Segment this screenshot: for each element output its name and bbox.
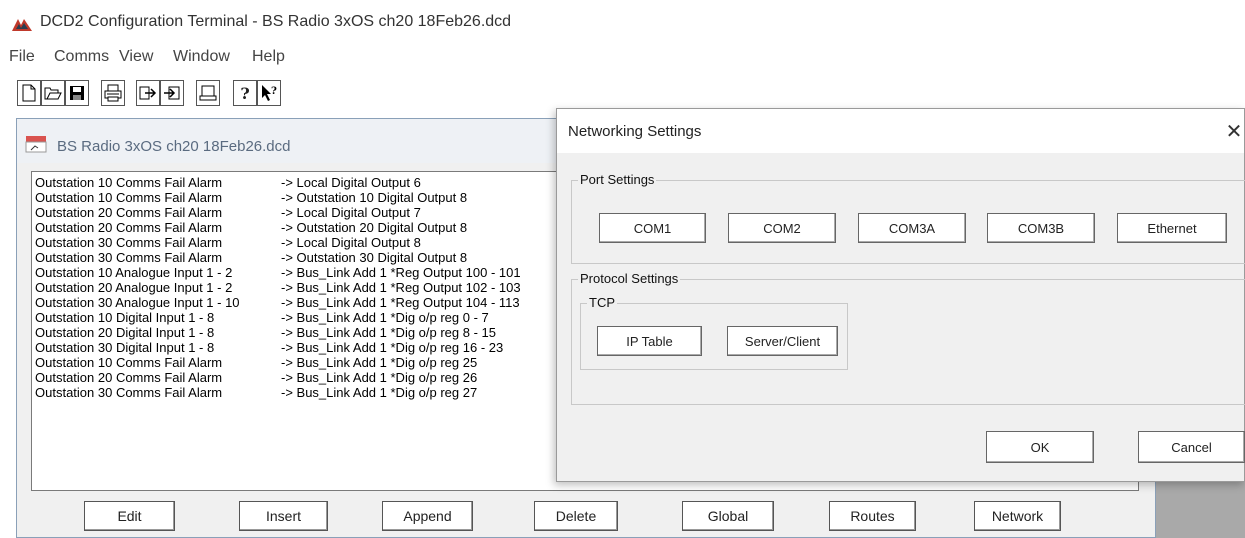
close-icon[interactable]: ✕: [1224, 119, 1244, 144]
protocol-settings-label: Protocol Settings: [578, 271, 681, 286]
app-title: DCD2 Configuration Terminal - BS Radio 3…: [40, 13, 512, 30]
networking-settings-dialog: Networking Settings ✕ Port Settings COM1…: [556, 108, 1245, 482]
route-destination: -> Local Digital Output 6: [281, 175, 421, 190]
open-file-icon[interactable]: [41, 80, 65, 106]
edit-button[interactable]: Edit: [84, 501, 175, 531]
route-destination: -> Bus_Link Add 1 *Reg Output 100 - 101: [281, 265, 521, 280]
route-source: Outstation 20 Analogue Input 1 - 2: [35, 280, 233, 295]
upload-icon[interactable]: [136, 80, 160, 106]
global-button[interactable]: Global: [682, 501, 774, 531]
route-source: Outstation 10 Comms Fail Alarm: [35, 190, 223, 205]
cancel-button[interactable]: Cancel: [1138, 431, 1245, 463]
document-icon: [25, 136, 47, 153]
route-destination: -> Bus_Link Add 1 *Reg Output 102 - 103: [281, 280, 521, 295]
route-destination: -> Outstation 10 Digital Output 8: [281, 190, 468, 205]
network-button[interactable]: Network: [974, 501, 1061, 531]
dialog-title: Networking Settings: [568, 123, 702, 140]
route-source: Outstation 30 Digital Input 1 - 8: [35, 340, 215, 355]
app-logo-icon: [12, 19, 32, 31]
route-destination: -> Local Digital Output 7: [281, 205, 421, 220]
append-button[interactable]: Append: [382, 501, 473, 531]
route-source: Outstation 10 Analogue Input 1 - 2: [35, 265, 233, 280]
routes-button[interactable]: Routes: [829, 501, 916, 531]
download-icon[interactable]: [160, 80, 184, 106]
tcp-label: TCP: [587, 295, 617, 310]
menu-view[interactable]: View: [119, 48, 153, 66]
port-settings-label: Port Settings: [578, 172, 657, 187]
route-source: Outstation 30 Comms Fail Alarm: [35, 235, 223, 250]
route-source: Outstation 20 Comms Fail Alarm: [35, 205, 223, 220]
ethernet-button[interactable]: Ethernet: [1117, 213, 1227, 243]
insert-button[interactable]: Insert: [239, 501, 328, 531]
dialog-title-bar[interactable]: Networking Settings ✕: [557, 109, 1244, 153]
terminal-icon[interactable]: [196, 80, 220, 106]
com3a-button[interactable]: COM3A: [858, 213, 966, 243]
route-source: Outstation 30 Comms Fail Alarm: [35, 250, 223, 265]
save-icon[interactable]: [65, 80, 89, 106]
tcp-group: TCP IP Table Server/Client: [580, 295, 848, 370]
context-help-icon[interactable]: ?: [257, 80, 281, 106]
route-destination: -> Bus_Link Add 1 *Dig o/p reg 26: [281, 370, 478, 385]
protocol-settings-group: Protocol Settings TCP IP Table Server/Cl…: [571, 271, 1245, 405]
route-destination: -> Outstation 30 Digital Output 8: [281, 250, 468, 265]
route-source: Outstation 20 Digital Input 1 - 8: [35, 325, 215, 340]
menu-help[interactable]: Help: [252, 48, 285, 66]
menu-bar: File Comms View Window Help: [0, 44, 1245, 70]
com3b-button[interactable]: COM3B: [987, 213, 1095, 243]
route-source: Outstation 30 Analogue Input 1 - 10: [35, 295, 240, 310]
menu-comms[interactable]: Comms: [54, 48, 109, 66]
help-icon[interactable]: ?: [233, 80, 257, 106]
new-file-icon[interactable]: [17, 80, 41, 106]
server-client-button[interactable]: Server/Client: [727, 326, 838, 356]
route-destination: -> Bus_Link Add 1 *Dig o/p reg 8 - 15: [281, 325, 496, 340]
route-source: Outstation 10 Comms Fail Alarm: [35, 355, 223, 370]
route-source: Outstation 10 Digital Input 1 - 8: [35, 310, 215, 325]
route-destination: -> Bus_Link Add 1 *Dig o/p reg 0 - 7: [281, 310, 489, 325]
route-source: Outstation 20 Comms Fail Alarm: [35, 370, 223, 385]
delete-button[interactable]: Delete: [534, 501, 618, 531]
menu-file[interactable]: File: [9, 48, 35, 66]
app-title-bar: DCD2 Configuration Terminal - BS Radio 3…: [0, 0, 1245, 44]
route-destination: -> Bus_Link Add 1 *Dig o/p reg 16 - 23: [281, 340, 504, 355]
route-source: Outstation 30 Comms Fail Alarm: [35, 385, 223, 400]
print-icon[interactable]: [101, 80, 125, 106]
menu-window[interactable]: Window: [173, 48, 230, 66]
port-settings-group: Port Settings COM1 COM2 COM3A COM3B Ethe…: [571, 172, 1245, 264]
route-destination: -> Bus_Link Add 1 *Reg Output 104 - 113: [281, 295, 520, 310]
route-destination: -> Bus_Link Add 1 *Dig o/p reg 25: [281, 355, 478, 370]
ok-button[interactable]: OK: [986, 431, 1094, 463]
document-title: BS Radio 3xOS ch20 18Feb26.dcd: [57, 138, 291, 155]
svg-text:?: ?: [271, 86, 277, 97]
route-destination: -> Outstation 20 Digital Output 8: [281, 220, 468, 235]
route-source: Outstation 10 Comms Fail Alarm: [35, 175, 223, 190]
com2-button[interactable]: COM2: [728, 213, 836, 243]
route-destination: -> Local Digital Output 8: [281, 235, 421, 250]
route-source: Outstation 20 Comms Fail Alarm: [35, 220, 223, 235]
ip-table-button[interactable]: IP Table: [597, 326, 702, 356]
route-destination: -> Bus_Link Add 1 *Dig o/p reg 27: [281, 385, 478, 400]
com1-button[interactable]: COM1: [599, 213, 706, 243]
